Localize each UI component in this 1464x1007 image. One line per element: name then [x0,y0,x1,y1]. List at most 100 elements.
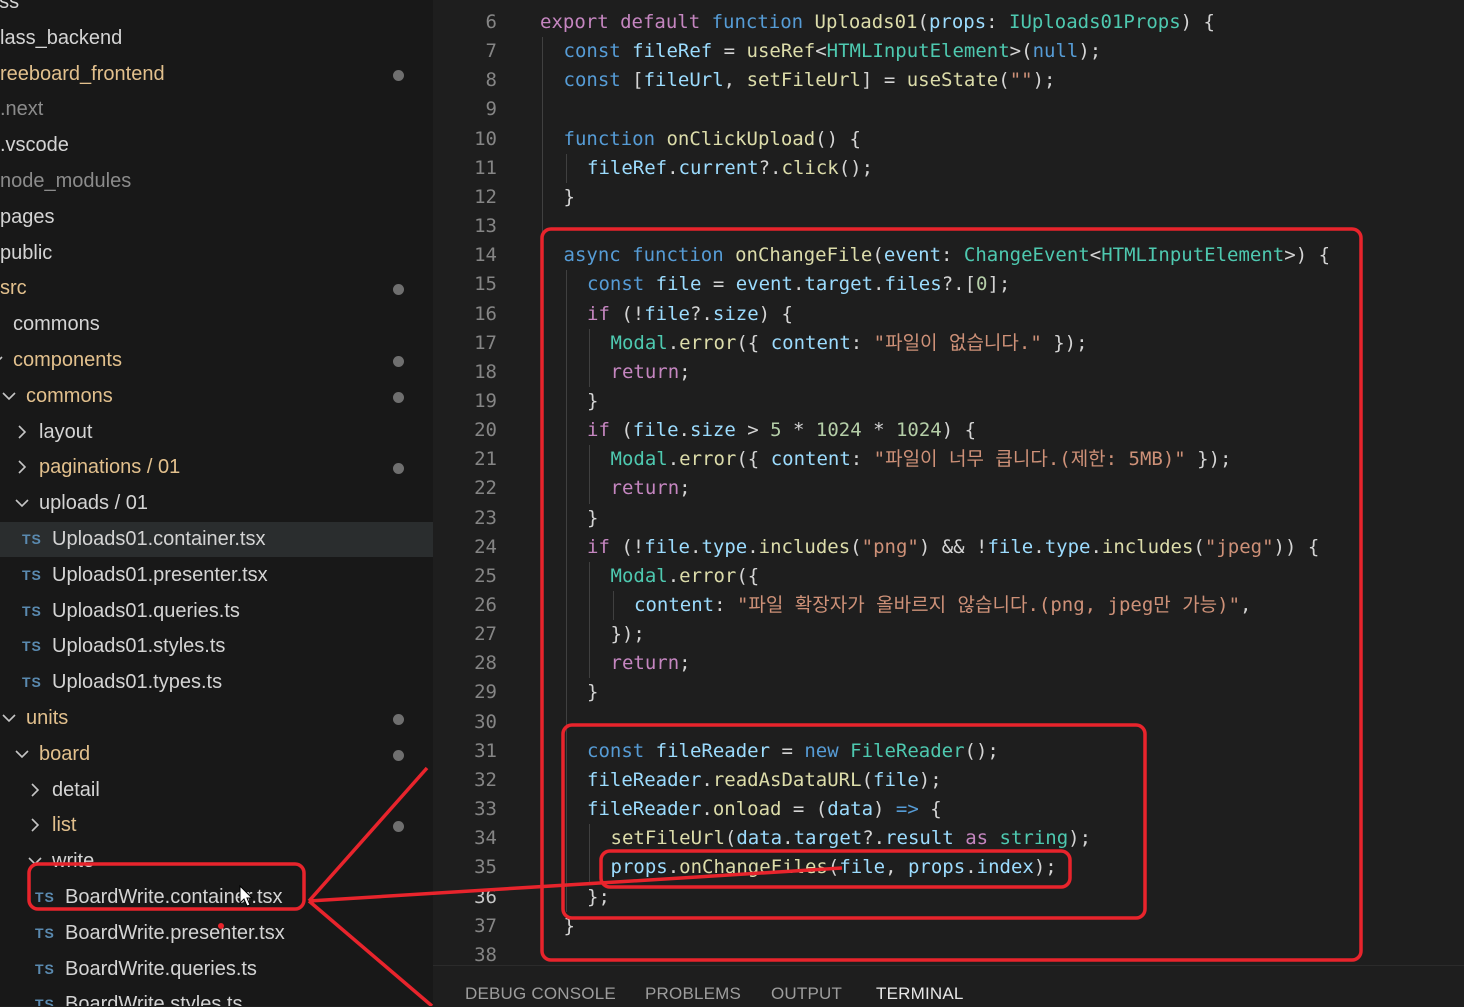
code-line[interactable]: 17 Modal.error({ content: "파일이 없습니다." }); [433,329,1464,358]
explorer-item-pages[interactable]: pages [0,200,433,235]
code-token-type: FileReader [850,739,965,762]
explorer-item-components[interactable]: components [0,343,433,378]
explorer-item-public[interactable]: public [0,236,433,271]
code-line[interactable]: 32 fileReader.readAsDataURL(file); [433,766,1464,795]
chevron-down-icon[interactable] [12,737,32,772]
code-line[interactable]: 34 setFileUrl(data.target?.result as stri… [433,824,1464,853]
code-token-plain: ?. [758,156,782,179]
explorer-item-commons[interactable]: commons [0,307,433,342]
chevron-right-icon[interactable] [12,415,32,450]
code-token-variable: file [644,535,690,558]
panel-tab-problems[interactable]: PROBLEMS [645,984,741,1004]
chevron-right-icon[interactable] [25,773,45,808]
explorer-item-uploads01-container-tsx[interactable]: TS Uploads01.container.tsx [0,522,433,557]
code-line[interactable]: 35 props.onChangeFiles(file, props.index)… [433,853,1464,882]
code-line[interactable]: 21 Modal.error({ content: "파일이 너무 큽니다.(제한… [433,445,1464,474]
code-line[interactable]: 15 const file = event.target.files?.[0]; [433,270,1464,299]
code-token-variable: fileRef [587,156,668,179]
code-token-plain: } [587,506,599,529]
code-line[interactable]: 33 fileReader.onload = (data) => { [433,795,1464,824]
code-line[interactable]: 24 if (!file.type.includes("png") && !fil… [433,533,1464,562]
code-line[interactable]: 29} [433,678,1464,707]
code-editor[interactable]: 6 export default function Uploads01(props… [433,0,1464,965]
explorer-item-uploads01-styles-ts[interactable]: TS Uploads01.styles.ts [0,629,433,664]
code-line[interactable]: 12} [433,183,1464,212]
code-line[interactable]: 36}; [433,883,1464,912]
code-line[interactable]: 31 const fileReader = new FileReader(); [433,737,1464,766]
explorer-item-board[interactable]: board [0,737,433,772]
code-token-variable: fileReader [587,768,702,791]
explorer-item-boardwrite-container-tsx[interactable]: TS BoardWrite.container.tsx [0,880,433,915]
explorer-item-boardwrite-queries-ts[interactable]: TS BoardWrite.queries.ts [0,952,433,987]
code-line[interactable]: 23} [433,504,1464,533]
typescript-file-icon: TS [35,889,55,905]
code-text: if (!file.type.includes("png") && !file.… [587,533,1319,562]
modified-dot-icon [393,356,404,367]
code-line[interactable]: 28 return; [433,649,1464,678]
explorer-item-detail[interactable]: detail [0,773,433,808]
explorer-item-commons[interactable]: commons [0,379,433,414]
explorer-item-label: commons [13,313,100,336]
panel-tab-output[interactable]: OUTPUT [771,984,842,1004]
code-line[interactable]: 16 if (!file?.size) { [433,300,1464,329]
chevron-right-icon[interactable] [25,808,45,843]
code-token-variable: data [736,827,783,850]
explorer-item-ass[interactable]: ass [0,0,433,20]
explorer-item-uploads01-types-ts[interactable]: TS Uploads01.types.ts [0,665,433,700]
code-token-plain: }); [1185,448,1232,471]
typescript-file-icon: TS [35,924,55,941]
explorer-item-boardwrite-presenter-tsx[interactable]: TS BoardWrite.presenter.tsx [0,916,433,951]
code-text: async function onChangeFile(event: Chang… [564,241,1331,270]
code-line[interactable]: 25 Modal.error({ [433,562,1464,591]
code-line[interactable]: 13 [433,212,1464,241]
explorer-item-uploads-01[interactable]: uploads / 01 [0,486,433,521]
explorer-item-label: detail [52,778,100,801]
explorer-item-label: BoardWrite.styles.ts [65,993,243,1006]
explorer-item-boardwrite-styles-ts[interactable]: TS BoardWrite.styles.ts [0,987,433,1006]
code-line[interactable]: 20 if (file.size > 5 * 1024 * 1024) { [433,416,1464,445]
panel-tab-debug-console[interactable]: DEBUG CONSOLE [465,984,616,1004]
explorer-item-write[interactable]: write [0,844,433,879]
chevron-down-icon[interactable] [0,701,19,736]
code-line[interactable]: 38 [433,941,1464,965]
chevron-right-icon[interactable] [12,450,32,485]
code-line[interactable]: 27}); [433,620,1464,649]
line-number: 7 [485,40,497,63]
code-token-string: "파일이 없습니다." [873,331,1042,354]
code-line[interactable]: 37} [433,912,1464,941]
code-line[interactable]: 7 const fileRef = useRef<HTMLInputElement… [433,37,1464,66]
explorer-item-label: Uploads01.types.ts [52,671,223,694]
code-line[interactable]: 8 const [fileUrl, setFileUrl] = useState(… [433,66,1464,95]
code-token-function: click [781,156,839,179]
explorer-item-next[interactable]: .next [0,92,433,127]
explorer-item-uploads01-queries-ts[interactable]: TS Uploads01.queries.ts [0,594,433,629]
code-line[interactable]: 30 [433,708,1464,737]
explorer-item-src[interactable]: src [0,271,433,306]
explorer-item-lass-backend[interactable]: lass_backend [0,21,433,56]
code-line[interactable]: 6 export default function Uploads01(props… [433,8,1464,37]
code-line[interactable]: 10 function onClickUpload() { [433,125,1464,154]
code-line[interactable]: 14 async function onChangeFile(event: Cha… [433,241,1464,270]
code-line[interactable]: 11 fileRef.current?.click(); [433,154,1464,183]
code-line[interactable]: 26 content: "파일 확장자가 올바르지 않습니다.(png, jpeg… [433,591,1464,620]
code-line[interactable]: 9 [433,95,1464,124]
chevron-down-icon[interactable] [25,844,45,879]
code-line[interactable]: 19} [433,387,1464,416]
explorer-item-uploads01-presenter-tsx[interactable]: TS Uploads01.presenter.tsx [0,558,433,593]
chevron-down-icon[interactable] [0,343,6,378]
code-token-plain: ) { [941,419,977,442]
chevron-down-icon[interactable] [0,379,19,414]
explorer-item-reeboard-frontend[interactable]: reeboard_frontend [0,57,433,92]
explorer-item-node-modules[interactable]: node_modules [0,164,433,199]
explorer-item-units[interactable]: units [0,701,433,736]
explorer-item-vscode[interactable]: .vscode [0,128,433,163]
code-token-plain: ?.[ [941,273,977,296]
chevron-down-icon[interactable] [12,486,32,521]
explorer-item-paginations-01[interactable]: paginations / 01 [0,450,433,485]
code-token-plain: ( [861,768,874,791]
explorer-item-list[interactable]: list [0,808,433,843]
panel-tab-terminal[interactable]: TERMINAL [876,984,964,1004]
explorer-item-layout[interactable]: layout [0,415,433,450]
code-line[interactable]: 22 return; [433,474,1464,503]
code-line[interactable]: 18 return; [433,358,1464,387]
